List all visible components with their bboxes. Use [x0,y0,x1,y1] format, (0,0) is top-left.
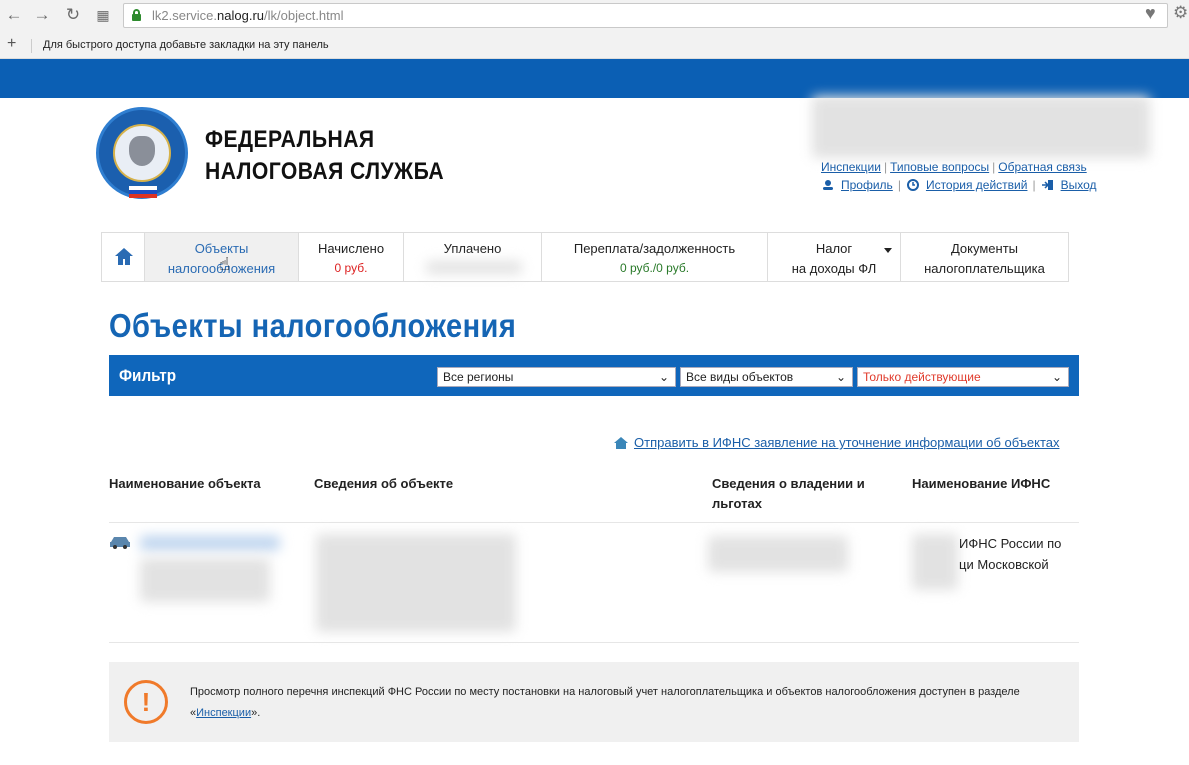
top-links-row2: Профиль | История действий | Выход [821,178,1097,192]
link-history[interactable]: История действий [926,178,1028,192]
divider [109,642,1079,643]
org-name: ФЕДЕРАЛЬНАЯ НАЛОГОВАЯ СЛУЖБА [205,126,445,185]
notice-text: Просмотр полного перечня инспекций ФНС Р… [190,686,1020,719]
reload-icon[interactable]: ↻ [62,4,84,26]
link-profile[interactable]: Профиль [841,178,893,192]
lock-icon [132,9,141,21]
flag-icon [129,186,157,198]
fns-emblem-logo[interactable] [96,107,188,199]
status-select[interactable]: Только действующие ⌄ [857,367,1069,387]
object-name-details-redacted [140,558,270,602]
filter-bar: Фильтр Все регионы ⌄ Все виды объектов ⌄ Т… [109,355,1079,396]
chevron-down-icon: ⌄ [1051,370,1062,384]
chevron-down-icon: ⌄ [658,370,669,384]
tab-paid[interactable]: Уплачено [403,232,541,282]
main-tabs: Объекты налогообложения Начислено 0 руб.… [101,232,1069,282]
tab-home[interactable] [101,232,144,282]
exclamation-icon: ! [124,680,168,724]
hand-cursor-icon: ☝ [219,254,230,274]
col-header-details: Сведения об объекте [314,476,454,491]
forward-icon[interactable]: → [31,4,53,26]
car-icon [108,535,132,554]
home-icon [115,248,133,265]
house-icon [614,436,628,449]
user-info-redacted [812,96,1150,158]
ownership-redacted [708,536,848,572]
paid-amount-redacted [426,261,522,274]
eagle-icon [129,136,155,166]
ifns-name: ИФНС России по ци Московской [959,536,1062,572]
tab-documents[interactable]: Документы налогоплательщика [900,232,1069,282]
history-icon [906,179,919,191]
tab-accrued[interactable]: Начислено 0 руб. [298,232,403,282]
apps-grid-icon[interactable]: ▦ [92,4,114,26]
favorite-heart-icon[interactable]: ♥ [1145,3,1156,24]
link-inspections[interactable]: Инспекции [821,160,881,174]
bookmarks-bar: + Для быстрого доступа добавьте закладки… [0,33,1189,59]
link-logout[interactable]: Выход [1061,178,1097,192]
profile-icon [823,180,833,190]
ifns-prefix-redacted [912,534,958,590]
link-faq[interactable]: Типовые вопросы [890,160,989,174]
info-notice: ! Просмотр полного перечня инспекций ФНС… [109,662,1079,742]
page-title: Объекты налогообложения [109,307,517,344]
settings-icon[interactable]: ⚙ [1173,3,1188,23]
browser-toolbar: ← → ↻ ▦ lk2.service.nalog.ru/lk/object.h… [0,0,1189,33]
region-select[interactable]: Все регионы ⌄ [437,367,676,387]
chevron-down-icon [884,248,892,253]
object-details-redacted [316,534,516,632]
link-feedback[interactable]: Обратная связь [998,160,1086,174]
send-request-link[interactable]: Отправить в ИФНС заявление на уточнение … [613,435,1059,450]
add-bookmark-icon[interactable]: + [7,35,16,53]
divider [109,522,1079,523]
tab-overpayment[interactable]: Переплата/задолженность 0 руб./0 руб. [541,232,767,282]
address-bar[interactable]: lk2.service.nalog.ru/lk/object.html [123,3,1168,28]
top-links-row1: Инспекции | Типовые вопросы | Обратная связь [821,160,1087,174]
bookmarks-hint: Для быстрого доступа добавьте закладки н… [43,39,329,51]
back-icon[interactable]: ← [3,4,25,26]
url-text: lk2.service.nalog.ru/lk/object.html [152,8,344,23]
col-header-name: Наименование объекта [109,476,261,491]
chevron-down-icon: ⌄ [835,370,846,384]
col-header-ifns: Наименование ИФНС [912,476,1051,491]
divider [31,39,32,53]
site-top-band [0,59,1189,98]
link-inspections-notice[interactable]: Инспекции [196,707,251,719]
object-type-select[interactable]: Все виды объектов ⌄ [680,367,853,387]
filter-label: Фильтр [119,366,177,385]
tab-income-tax[interactable]: Налог на доходы ФЛ [767,232,900,282]
col-header-ownership: Сведения о владении и льготах [712,476,865,511]
object-name-redacted[interactable] [140,536,280,550]
logout-icon [1041,180,1053,190]
